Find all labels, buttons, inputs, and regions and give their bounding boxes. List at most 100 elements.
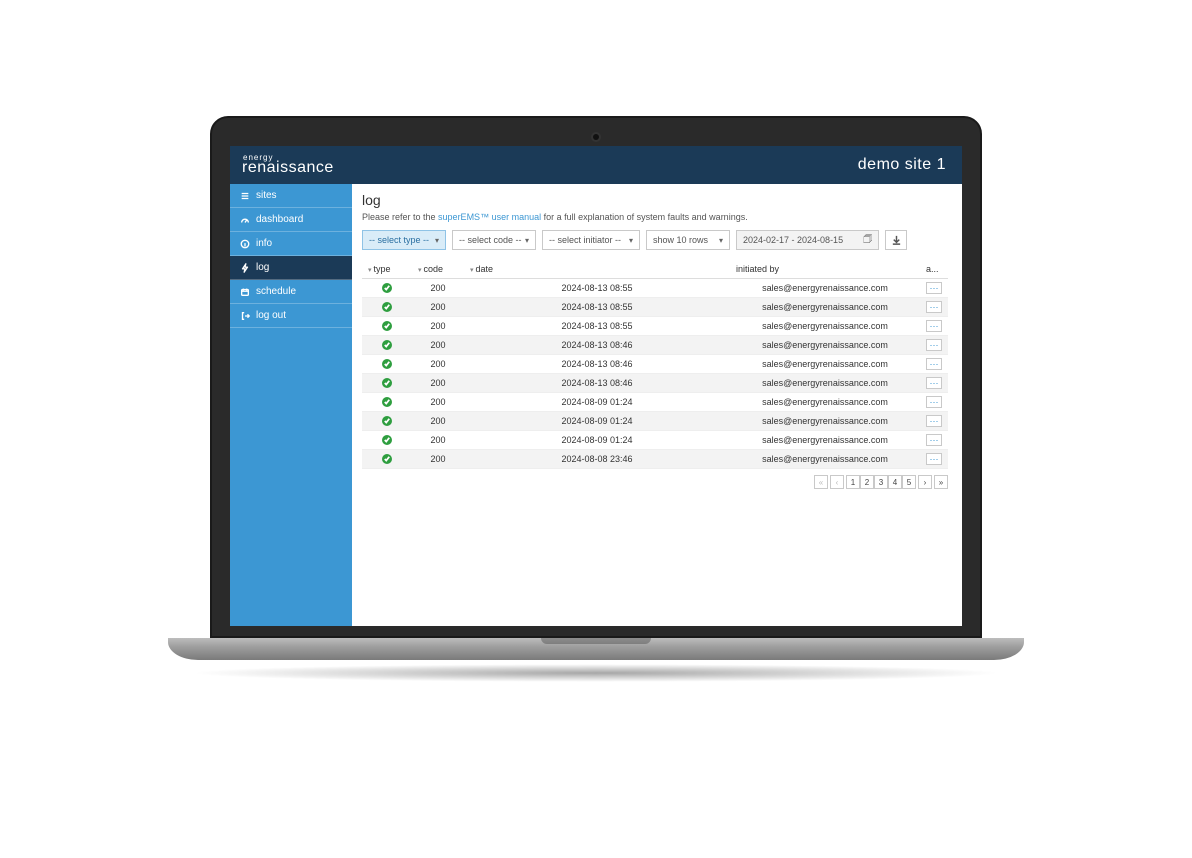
filter-code-value: -- select code --: [459, 235, 522, 245]
row-action-button[interactable]: ⋯: [926, 358, 942, 370]
cell-initiated-by: sales@energyrenaissance.com: [730, 317, 920, 336]
cell-initiated-by: sales@energyrenaissance.com: [730, 336, 920, 355]
cell-code: 200: [412, 355, 464, 374]
pager-page[interactable]: 2: [860, 475, 874, 489]
cell-initiated-by: sales@energyrenaissance.com: [730, 279, 920, 298]
row-action-button[interactable]: ⋯: [926, 320, 942, 332]
log-table: ▾type ▾code ▾date initiated by a... 2002…: [362, 260, 948, 469]
table-row: 2002024-08-09 01:24sales@energyrenaissan…: [362, 431, 948, 450]
table-row: 2002024-08-13 08:46sales@energyrenaissan…: [362, 336, 948, 355]
pager-page[interactable]: 5: [902, 475, 916, 489]
cell-code: 200: [412, 336, 464, 355]
cell-type: [362, 450, 412, 469]
filter-daterange[interactable]: 2024-02-17 - 2024-08-15 🗇: [736, 230, 879, 250]
sidebar-item-label: log: [256, 262, 269, 273]
cell-date: 2024-08-09 01:24: [464, 431, 730, 450]
cell-date: 2024-08-13 08:46: [464, 374, 730, 393]
sidebar-item-schedule[interactable]: schedule: [230, 280, 352, 304]
filter-rows-value: show 10 rows: [653, 235, 708, 245]
sort-icon: ▾: [470, 267, 474, 274]
table-row: 2002024-08-08 23:46sales@energyrenaissan…: [362, 450, 948, 469]
user-manual-link[interactable]: superEMS™ user manual: [438, 212, 541, 222]
filter-rows-select[interactable]: show 10 rows ▾: [646, 230, 730, 250]
cell-date: 2024-08-13 08:55: [464, 298, 730, 317]
filter-initiator-select[interactable]: -- select initiator -- ▾: [542, 230, 640, 250]
cell-date: 2024-08-13 08:46: [464, 355, 730, 374]
cell-type: [362, 431, 412, 450]
cell-initiated-by: sales@energyrenaissance.com: [730, 393, 920, 412]
cell-actions: ⋯: [920, 374, 948, 393]
calendar-icon: 🗇: [863, 232, 872, 249]
status-ok-icon: [382, 340, 392, 350]
table-header: ▾type ▾code ▾date initiated by a...: [362, 260, 948, 279]
sidebar-item-label: sites: [256, 190, 277, 201]
pager-last[interactable]: »: [934, 475, 948, 489]
filter-type-select[interactable]: -- select type -- ▾: [362, 230, 446, 250]
laptop-shadow: [190, 664, 1002, 682]
col-header-type[interactable]: ▾type: [362, 260, 412, 279]
sidebar-item-dashboard[interactable]: dashboard: [230, 208, 352, 232]
chevron-down-icon: ▾: [629, 236, 633, 245]
cell-code: 200: [412, 431, 464, 450]
cell-actions: ⋯: [920, 412, 948, 431]
cell-code: 200: [412, 412, 464, 431]
topbar: energy renaissance demo site 1: [230, 146, 962, 184]
cell-date: 2024-08-08 23:46: [464, 450, 730, 469]
col-header-date[interactable]: ▾date: [464, 260, 730, 279]
table-body: 2002024-08-13 08:55sales@energyrenaissan…: [362, 279, 948, 469]
cell-type: [362, 298, 412, 317]
cell-actions: ⋯: [920, 431, 948, 450]
sidebar-item-log[interactable]: log: [230, 256, 352, 280]
cell-actions: ⋯: [920, 450, 948, 469]
pager-next[interactable]: ›: [918, 475, 932, 489]
info-icon: [240, 239, 250, 249]
table-row: 2002024-08-09 01:24sales@energyrenaissan…: [362, 412, 948, 431]
download-button[interactable]: [885, 230, 907, 250]
col-header-initiated-by[interactable]: initiated by: [730, 260, 920, 279]
cell-date: 2024-08-13 08:55: [464, 317, 730, 336]
cell-initiated-by: sales@energyrenaissance.com: [730, 412, 920, 431]
pager-page[interactable]: 3: [874, 475, 888, 489]
cell-date: 2024-08-09 01:24: [464, 412, 730, 431]
cell-code: 200: [412, 298, 464, 317]
status-ok-icon: [382, 302, 392, 312]
cell-type: [362, 336, 412, 355]
row-action-button[interactable]: ⋯: [926, 282, 942, 294]
row-action-button[interactable]: ⋯: [926, 453, 942, 465]
sidebar-item-info[interactable]: info: [230, 232, 352, 256]
cell-type: [362, 279, 412, 298]
cell-type: [362, 374, 412, 393]
pager-page[interactable]: 1: [846, 475, 860, 489]
pagination: « ‹ 12345 › »: [362, 475, 948, 489]
pager-page[interactable]: 4: [888, 475, 902, 489]
chevron-down-icon: ▾: [435, 236, 439, 245]
row-action-button[interactable]: ⋯: [926, 339, 942, 351]
filter-code-select[interactable]: -- select code -- ▾: [452, 230, 536, 250]
cell-type: [362, 355, 412, 374]
status-ok-icon: [382, 416, 392, 426]
row-action-button[interactable]: ⋯: [926, 396, 942, 408]
row-action-button[interactable]: ⋯: [926, 415, 942, 427]
status-ok-icon: [382, 397, 392, 407]
row-action-button[interactable]: ⋯: [926, 434, 942, 446]
logout-icon: [240, 311, 250, 321]
row-action-button[interactable]: ⋯: [926, 377, 942, 389]
calendar-icon: [240, 287, 250, 297]
download-icon: [891, 235, 902, 246]
status-ok-icon: [382, 435, 392, 445]
col-header-code[interactable]: ▾code: [412, 260, 464, 279]
status-ok-icon: [382, 454, 392, 464]
status-ok-icon: [382, 378, 392, 388]
sidebar-item-label: schedule: [256, 286, 296, 297]
cell-initiated-by: sales@energyrenaissance.com: [730, 374, 920, 393]
sidebar-item-logout[interactable]: log out: [230, 304, 352, 328]
table-row: 2002024-08-13 08:55sales@energyrenaissan…: [362, 279, 948, 298]
sidebar-item-sites[interactable]: sites: [230, 184, 352, 208]
table-row: 2002024-08-09 01:24sales@energyrenaissan…: [362, 393, 948, 412]
pager-prev[interactable]: ‹: [830, 475, 844, 489]
pager-first[interactable]: «: [814, 475, 828, 489]
app-screen: energy renaissance demo site 1 sites das…: [230, 146, 962, 626]
col-header-actions: a...: [920, 260, 948, 279]
sort-icon: ▾: [368, 267, 372, 274]
row-action-button[interactable]: ⋯: [926, 301, 942, 313]
